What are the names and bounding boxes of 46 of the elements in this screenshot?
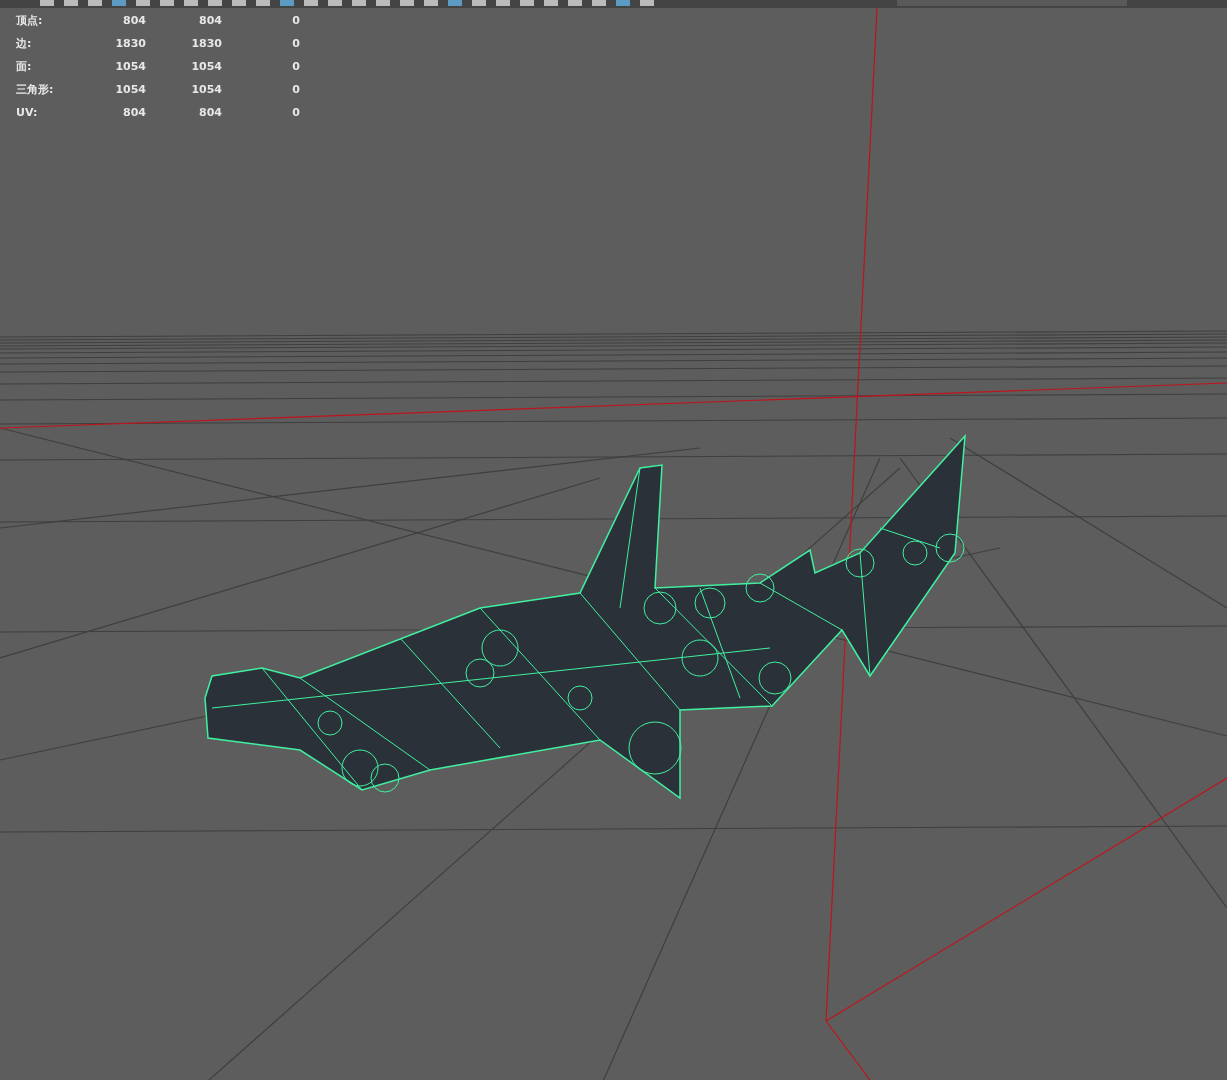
toolbar-icon[interactable] xyxy=(400,0,414,6)
toolbar-icon[interactable] xyxy=(40,0,54,6)
toolbar-icon[interactable] xyxy=(520,0,534,6)
stat-value: 0 xyxy=(291,36,300,52)
toolbar-icon[interactable] xyxy=(136,0,150,6)
stat-value: 804 xyxy=(122,13,146,29)
toolbar-icon[interactable] xyxy=(184,0,198,6)
toolbar-icon[interactable] xyxy=(472,0,486,6)
stat-value: 0 xyxy=(291,82,300,98)
stat-label: 三角形: xyxy=(16,82,55,98)
toolbar-icon[interactable] xyxy=(304,0,318,6)
stat-value: 1054 xyxy=(190,59,222,75)
toolbar-icon[interactable] xyxy=(424,0,438,6)
toolbar-icon[interactable] xyxy=(640,0,654,6)
stat-value: 804 xyxy=(122,105,146,121)
toolbar-icon[interactable] xyxy=(448,0,462,6)
stat-label: UV: xyxy=(16,105,39,121)
stat-value: 1830 xyxy=(190,36,222,52)
toolbar-icon[interactable] xyxy=(328,0,342,6)
stat-label: 顶点: xyxy=(16,13,44,29)
toolbar-icon[interactable] xyxy=(88,0,102,6)
stat-label: 边: xyxy=(16,36,33,52)
toolbar-icon[interactable] xyxy=(376,0,390,6)
toolbar-icon[interactable] xyxy=(112,0,126,6)
stat-label: 面: xyxy=(16,59,33,75)
stat-value: 1054 xyxy=(114,59,146,75)
toolbar-icon[interactable] xyxy=(256,0,270,6)
stat-value: 1830 xyxy=(114,36,146,52)
toolbar-icon[interactable] xyxy=(160,0,174,6)
toolbar-icon[interactable] xyxy=(280,0,294,6)
toolbar-icon[interactable] xyxy=(64,0,78,6)
toolbar-icon[interactable] xyxy=(568,0,582,6)
toolbar-icon[interactable] xyxy=(232,0,246,6)
stat-value: 0 xyxy=(291,105,300,121)
stat-value: 0 xyxy=(291,13,300,29)
toolbar-icon[interactable] xyxy=(544,0,558,6)
toolbar-icon[interactable] xyxy=(592,0,606,6)
stat-value: 1054 xyxy=(190,82,222,98)
toolbar-icon[interactable] xyxy=(352,0,366,6)
stat-value: 804 xyxy=(198,13,222,29)
toolbar-icon[interactable] xyxy=(616,0,630,6)
stat-value: 804 xyxy=(198,105,222,121)
stat-value: 1054 xyxy=(114,82,146,98)
toolbar-icon[interactable] xyxy=(208,0,222,6)
toolbar-icon[interactable] xyxy=(496,0,510,6)
stat-value: 0 xyxy=(291,59,300,75)
